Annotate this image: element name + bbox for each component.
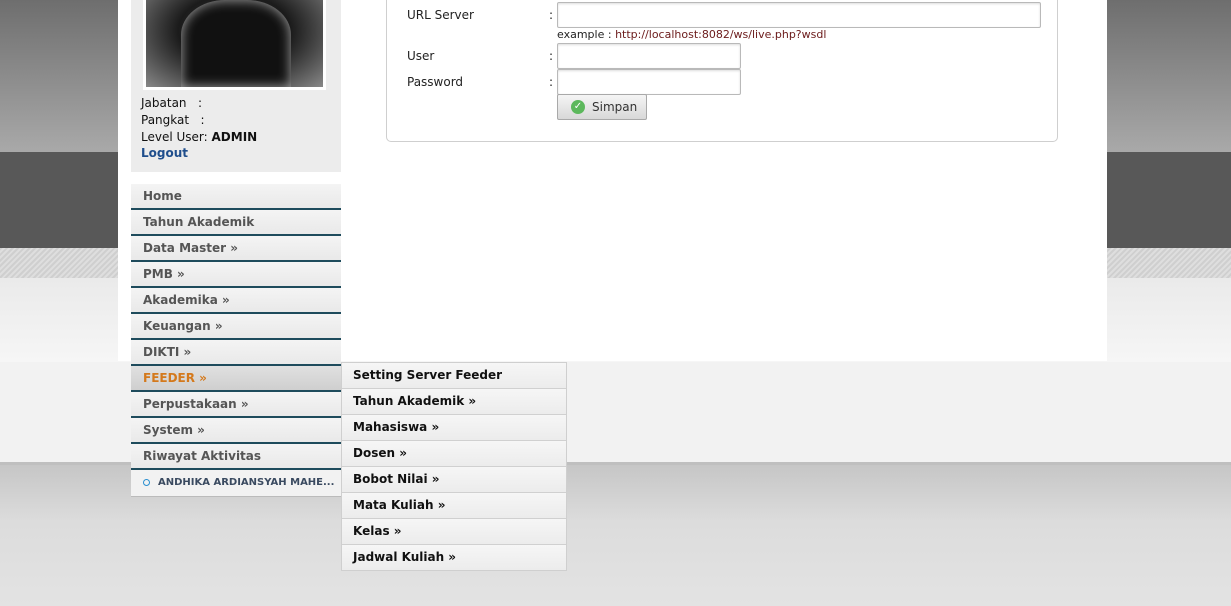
level-user-line: Level User: ADMIN bbox=[141, 130, 258, 144]
user-label: User bbox=[407, 49, 435, 63]
menu-item-feeder[interactable]: FEEDER » bbox=[131, 366, 341, 392]
submenu-item-kelas[interactable]: Kelas » bbox=[342, 519, 566, 545]
submenu-item-mata-kuliah[interactable]: Mata Kuliah » bbox=[342, 493, 566, 519]
menu-item-dikti[interactable]: DIKTI » bbox=[131, 340, 341, 366]
current-user-name: ANDHIKA ARDIANSYAH MAHE... bbox=[158, 477, 335, 488]
sidebar-menu: Home Tahun Akademik Data Master » PMB » … bbox=[131, 184, 341, 497]
submenu-item-tahun-akademik[interactable]: Tahun Akademik » bbox=[342, 389, 566, 415]
avatar-silhouette bbox=[181, 0, 291, 87]
level-user-value: ADMIN bbox=[211, 130, 258, 144]
save-button[interactable]: ✓ Simpan bbox=[557, 94, 647, 120]
password-colon: : bbox=[549, 75, 554, 89]
submenu-item-dosen[interactable]: Dosen » bbox=[342, 441, 566, 467]
menu-item-system[interactable]: System » bbox=[131, 418, 341, 444]
submenu-item-setting-server-feeder[interactable]: Setting Server Feeder bbox=[342, 363, 566, 389]
check-circle-icon: ✓ bbox=[571, 100, 585, 114]
menu-item-akademika[interactable]: Akademika » bbox=[131, 288, 341, 314]
user-colon: : bbox=[549, 49, 554, 63]
menu-item-keuangan[interactable]: Keuangan » bbox=[131, 314, 341, 340]
profile-panel: Jabatan : Pangkat : Level User: ADMIN Lo… bbox=[131, 0, 341, 172]
menu-item-pmb[interactable]: PMB » bbox=[131, 262, 341, 288]
password-label: Password bbox=[407, 75, 464, 89]
menu-item-home[interactable]: Home bbox=[131, 184, 341, 210]
pangkat-line: Pangkat : bbox=[141, 113, 205, 127]
password-input[interactable] bbox=[557, 69, 741, 95]
dot-icon bbox=[143, 478, 150, 486]
menu-item-data-master[interactable]: Data Master » bbox=[131, 236, 341, 262]
feeder-submenu: Setting Server Feeder Tahun Akademik » M… bbox=[341, 362, 567, 571]
url-example: example : http://localhost:8082/ws/live.… bbox=[557, 28, 827, 41]
jabatan-line: Jabatan : bbox=[141, 96, 203, 110]
url-server-input[interactable] bbox=[557, 2, 1041, 28]
url-server-colon: : bbox=[549, 8, 554, 22]
menu-item-tahun-akademik[interactable]: Tahun Akademik bbox=[131, 210, 341, 236]
menu-item-riwayat-aktivitas[interactable]: Riwayat Aktivitas bbox=[131, 444, 341, 470]
submenu-item-mahasiswa[interactable]: Mahasiswa » bbox=[342, 415, 566, 441]
menu-item-perpustakaan[interactable]: Perpustakaan » bbox=[131, 392, 341, 418]
logout-link[interactable]: Logout bbox=[141, 146, 188, 160]
current-user-item[interactable]: ANDHIKA ARDIANSYAH MAHE... bbox=[131, 470, 341, 497]
avatar bbox=[143, 0, 326, 90]
url-server-label: URL Server bbox=[407, 8, 474, 22]
save-button-label: Simpan bbox=[592, 100, 638, 114]
example-url: http://localhost:8082/ws/live.php?wsdl bbox=[615, 28, 827, 41]
submenu-item-bobot-nilai[interactable]: Bobot Nilai » bbox=[342, 467, 566, 493]
submenu-item-jadwal-kuliah[interactable]: Jadwal Kuliah » bbox=[342, 545, 566, 570]
user-input[interactable] bbox=[557, 43, 741, 69]
